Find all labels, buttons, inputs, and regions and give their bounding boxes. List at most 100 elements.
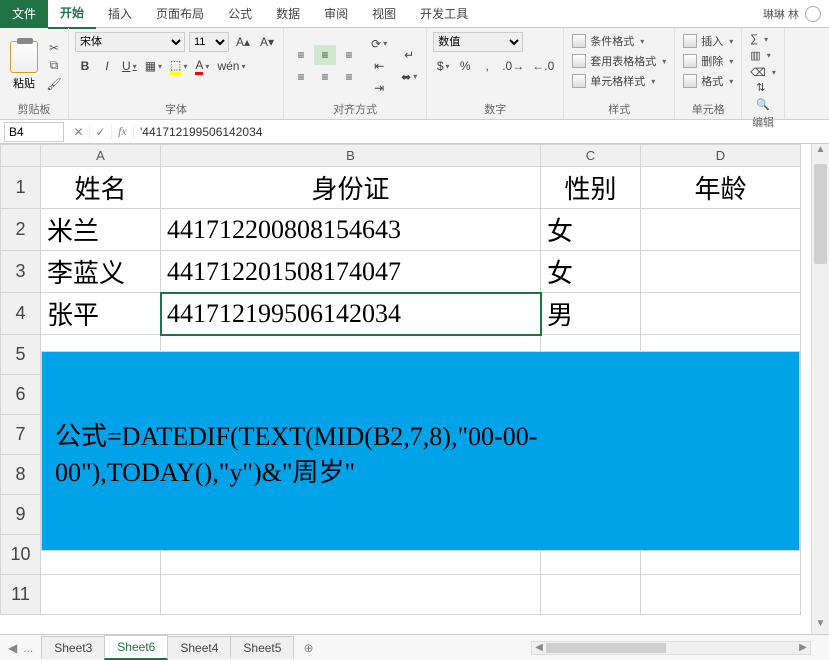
format-cells-button[interactable]: 格式 (681, 72, 735, 90)
add-sheet-button[interactable]: ⊕ (293, 641, 323, 655)
font-color-button[interactable]: A (192, 56, 212, 76)
row-header-2[interactable]: 2 (1, 209, 41, 251)
delete-cells-button[interactable]: 删除 (681, 52, 735, 70)
horizontal-scrollbar[interactable]: ◀ ▶ (531, 641, 811, 655)
cell-B3[interactable]: 441712201508174047 (161, 251, 541, 293)
align-middle-button[interactable]: ≡ (314, 45, 336, 65)
align-left-button[interactable]: ≡ (290, 67, 312, 87)
autosum-button[interactable]: ∑ (748, 32, 778, 46)
cell-B1[interactable]: 身份证 (161, 167, 541, 209)
format-as-table-button[interactable]: 套用表格格式 (570, 52, 668, 70)
sheet-tab-3[interactable]: Sheet5 (230, 636, 294, 659)
cell-C2[interactable]: 女 (541, 209, 641, 251)
conditional-formatting-button[interactable]: 条件格式 (570, 32, 668, 50)
tab-page-layout[interactable]: 页面布局 (144, 0, 216, 28)
sheet-tab-2[interactable]: Sheet4 (167, 636, 231, 659)
cell-C1[interactable]: 性别 (541, 167, 641, 209)
wrap-text-button[interactable]: ↵ (398, 45, 420, 65)
row-header-3[interactable]: 3 (1, 251, 41, 293)
scroll-down-icon[interactable]: ▼ (812, 618, 829, 634)
phonetic-button[interactable]: wén (214, 56, 248, 76)
fill-color-button[interactable]: ⬚ (167, 56, 190, 76)
col-header-B[interactable]: B (161, 145, 541, 167)
align-top-button[interactable]: ≡ (290, 45, 312, 65)
sheet-tab-0[interactable]: Sheet3 (41, 636, 105, 659)
cell-styles-button[interactable]: 单元格样式 (570, 72, 668, 90)
row-header-10[interactable]: 10 (1, 535, 41, 575)
cell-B4[interactable]: 441712199506142034 (161, 293, 541, 335)
user-area[interactable]: 琳琳 林 (763, 6, 829, 22)
merge-button[interactable]: ⬌ (398, 67, 420, 87)
scroll-up-icon[interactable]: ▲ (812, 144, 829, 160)
cell-D1[interactable]: 年龄 (641, 167, 801, 209)
sheet-nav-prev-icon[interactable]: ◀ (8, 641, 17, 655)
cancel-formula-icon[interactable]: ✕ (68, 125, 90, 139)
row-header-7[interactable]: 7 (1, 415, 41, 455)
decrease-decimal-button[interactable]: ←.0 (529, 56, 557, 76)
scroll-right-icon[interactable]: ▶ (796, 642, 810, 654)
currency-button[interactable]: $ (433, 56, 453, 76)
row-header-1[interactable]: 1 (1, 167, 41, 209)
cell-B2[interactable]: 441712200808154643 (161, 209, 541, 251)
align-bottom-button[interactable]: ≡ (338, 45, 360, 65)
copy-icon[interactable]: ⧉ (46, 58, 62, 74)
font-name-select[interactable]: 宋体 (75, 32, 185, 52)
tab-data[interactable]: 数据 (264, 0, 312, 28)
italic-button[interactable]: I (97, 56, 117, 76)
cell-C4[interactable]: 男 (541, 293, 641, 335)
cell-D3[interactable] (641, 251, 801, 293)
cell-A2[interactable]: 米兰 (41, 209, 161, 251)
cell-A3[interactable]: 李蓝义 (41, 251, 161, 293)
tab-view[interactable]: 视图 (360, 0, 408, 28)
decrease-indent-button[interactable]: ⇤ (368, 56, 390, 76)
border-button[interactable]: ▦ (142, 56, 165, 76)
paste-button[interactable]: 粘贴 (6, 39, 42, 93)
number-format-select[interactable]: 数值 (433, 32, 523, 52)
increase-decimal-button[interactable]: .0→ (499, 56, 527, 76)
name-box[interactable] (4, 122, 64, 142)
bold-button[interactable]: B (75, 56, 95, 76)
cell-A4[interactable]: 张平 (41, 293, 161, 335)
sheet-tab-1[interactable]: Sheet6 (104, 635, 168, 660)
format-painter-icon[interactable]: 🖌 (46, 76, 62, 92)
align-center-button[interactable]: ≡ (314, 67, 336, 87)
insert-cells-button[interactable]: 插入 (681, 32, 735, 50)
vertical-scrollbar[interactable]: ▲ ▼ (811, 144, 829, 634)
row-header-4[interactable]: 4 (1, 293, 41, 335)
tab-file[interactable]: 文件 (0, 0, 48, 28)
find-select-button[interactable]: 🔍 (754, 97, 778, 112)
cell-A1[interactable]: 姓名 (41, 167, 161, 209)
accept-formula-icon[interactable]: ✓ (90, 125, 112, 139)
col-header-A[interactable]: A (41, 145, 161, 167)
grow-font-button[interactable]: A▴ (233, 32, 253, 52)
col-header-D[interactable]: D (641, 145, 801, 167)
tab-review[interactable]: 审阅 (312, 0, 360, 28)
comma-button[interactable]: , (477, 56, 497, 76)
percent-button[interactable]: % (455, 56, 475, 76)
cell-D2[interactable] (641, 209, 801, 251)
clear-button[interactable]: ⌫ (748, 65, 778, 80)
underline-button[interactable]: U (119, 56, 140, 76)
font-size-select[interactable]: 11 (189, 32, 229, 52)
fill-button[interactable]: ▥ (748, 48, 778, 63)
vscroll-thumb[interactable] (814, 164, 827, 264)
fx-icon[interactable]: fx (112, 124, 134, 139)
cell-C3[interactable]: 女 (541, 251, 641, 293)
row-header-6[interactable]: 6 (1, 375, 41, 415)
select-all-corner[interactable] (1, 145, 41, 167)
scroll-left-icon[interactable]: ◀ (532, 642, 546, 654)
tab-home[interactable]: 开始 (48, 0, 96, 29)
sort-filter-button[interactable]: ⇅ (754, 80, 778, 95)
sheet-nav-ellipsis[interactable]: ... (23, 641, 33, 655)
cell-D4[interactable] (641, 293, 801, 335)
tab-developer[interactable]: 开发工具 (408, 0, 480, 28)
col-header-C[interactable]: C (541, 145, 641, 167)
cut-icon[interactable]: ✂ (46, 40, 62, 56)
tab-insert[interactable]: 插入 (96, 0, 144, 28)
row-header-5[interactable]: 5 (1, 335, 41, 375)
hscroll-thumb[interactable] (546, 643, 666, 653)
row-header-9[interactable]: 9 (1, 495, 41, 535)
row-header-11[interactable]: 11 (1, 575, 41, 615)
row-header-8[interactable]: 8 (1, 455, 41, 495)
align-right-button[interactable]: ≡ (338, 67, 360, 87)
